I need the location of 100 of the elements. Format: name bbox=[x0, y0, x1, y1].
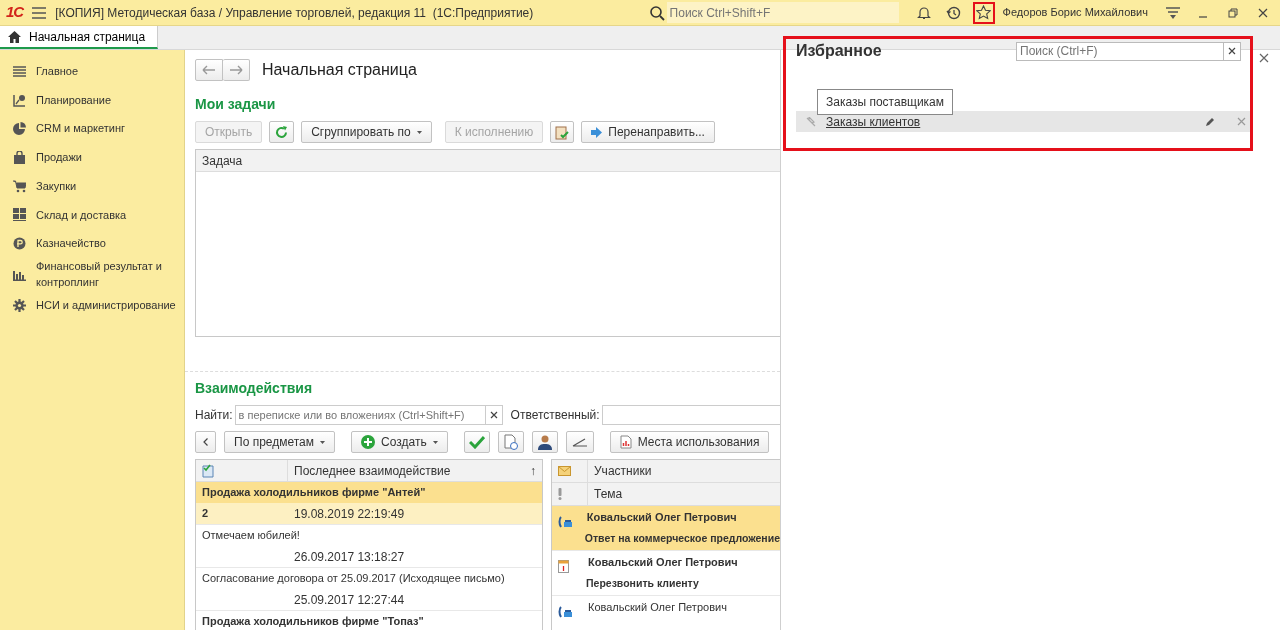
topic-cell-text: Перезвонить клиенту bbox=[585, 576, 700, 592]
tooltip: Заказы поставщикам bbox=[817, 89, 954, 115]
person-icon bbox=[537, 434, 552, 450]
document-clock-icon bbox=[503, 434, 518, 450]
document-button[interactable] bbox=[497, 431, 524, 453]
funnel-menu-icon bbox=[1165, 5, 1181, 20]
sidebar-item[interactable]: Закупки bbox=[0, 171, 184, 201]
find-field[interactable]: в переписке или во вложениях (Ctrl+Shift+F) bbox=[234, 405, 503, 425]
coin-icon bbox=[13, 236, 26, 250]
search-field[interactable]: Поиск Ctrl+Shift+F bbox=[666, 2, 899, 23]
date-cell-text: 19.08.2019 22:19:49 bbox=[293, 505, 406, 523]
participants-cell-text: Ковальский Олег Петрович bbox=[587, 554, 739, 570]
column-header: Тема bbox=[593, 486, 624, 503]
sidebar-item[interactable]: Финансовый результат и контроплинг bbox=[0, 257, 184, 291]
mark-done-button[interactable] bbox=[463, 431, 490, 453]
favorites-search-field[interactable]: Поиск (Ctrl+F) bbox=[1016, 41, 1241, 61]
subject-row[interactable]: Продажа холодильников фирме "Топаз" bbox=[196, 611, 542, 630]
document-check-icon bbox=[202, 463, 214, 478]
menu-icon[interactable] bbox=[31, 5, 48, 20]
sidebar-item[interactable]: CRM и маркетинг bbox=[0, 114, 184, 144]
back-button[interactable] bbox=[195, 59, 223, 81]
sidebar-item[interactable]: НСИ и администрирование bbox=[0, 290, 184, 320]
favorite-link[interactable]: Заказы клиентов bbox=[826, 112, 921, 131]
participants-cell-text: Ковальский Олег Петрович bbox=[585, 509, 738, 525]
refresh-button[interactable] bbox=[269, 121, 295, 143]
phone-icon bbox=[558, 605, 572, 618]
phone-icon bbox=[558, 515, 572, 528]
report-icon bbox=[619, 435, 632, 449]
count-cell-text: 2 bbox=[201, 506, 210, 522]
subject-row[interactable]: Согласование договора от 25.09.2017 (Исходящее письмо) bbox=[196, 568, 542, 589]
exclamation-icon bbox=[558, 488, 562, 500]
close-icon bbox=[1258, 7, 1268, 18]
participants-cell-text: Ковальский Олег Петрович bbox=[587, 599, 728, 615]
create-button[interactable]: Создать bbox=[351, 431, 448, 453]
search-icon bbox=[648, 4, 665, 21]
subject-row[interactable]: Продажа холодильников фирме "Антей" bbox=[196, 482, 542, 503]
subject-button[interactable] bbox=[565, 431, 594, 453]
caret-icon bbox=[432, 440, 438, 444]
arrow-left-icon bbox=[202, 65, 216, 75]
close-icon bbox=[1259, 53, 1269, 63]
clipboard-button[interactable] bbox=[550, 121, 575, 143]
calendar-icon bbox=[558, 560, 569, 574]
bell-icon bbox=[916, 5, 931, 20]
remove-icon[interactable] bbox=[1237, 117, 1246, 126]
gear-icon bbox=[13, 298, 26, 312]
panel-title: Избранное bbox=[796, 41, 882, 61]
date-cell-text: 25.09.2017 12:27:44 bbox=[293, 591, 406, 609]
home-icon bbox=[8, 30, 21, 43]
app-logo: 1С bbox=[6, 2, 24, 23]
sort-indicator: ↑ bbox=[529, 462, 537, 480]
sidebar-item[interactable]: Главное bbox=[0, 57, 184, 86]
minimize-icon bbox=[1198, 15, 1208, 18]
sidebar-item[interactable]: Казначейство bbox=[0, 229, 184, 258]
plus-icon bbox=[361, 435, 376, 449]
chart-icon bbox=[13, 93, 26, 107]
pencil-icon[interactable] bbox=[1205, 116, 1215, 127]
field-label: Найти: bbox=[195, 407, 233, 424]
topic-cell-text: Ответ на коммерческое предложение bbox=[583, 531, 780, 547]
pie-chart-icon bbox=[13, 122, 26, 136]
group-by-dropdown[interactable]: Сгруппировать по bbox=[301, 121, 432, 143]
date-cell-text: 26.09.2017 13:18:27 bbox=[293, 548, 406, 566]
list-icon bbox=[13, 64, 26, 78]
forward-button[interactable] bbox=[223, 59, 250, 81]
subject-row[interactable]: Отмечаем юбилей! bbox=[196, 525, 542, 546]
bag-icon bbox=[13, 150, 26, 164]
cart-icon bbox=[13, 179, 26, 193]
page-title: Начальная страница bbox=[262, 60, 417, 80]
group-dropdown[interactable]: По предметам bbox=[224, 431, 336, 453]
caret-icon bbox=[320, 440, 326, 444]
clear-button[interactable] bbox=[1223, 42, 1240, 60]
column-header: Участники bbox=[593, 463, 653, 480]
arrow-right-icon bbox=[229, 65, 243, 75]
usage-button[interactable]: Места использования bbox=[609, 431, 770, 453]
restore-icon bbox=[1228, 7, 1238, 18]
clock-icon bbox=[946, 5, 962, 20]
section-title: Взаимодействия bbox=[195, 379, 314, 398]
refresh-icon bbox=[275, 125, 289, 139]
clipboard-check-icon bbox=[555, 124, 570, 140]
collapse-button[interactable] bbox=[195, 431, 216, 453]
pin-icon[interactable] bbox=[806, 116, 816, 127]
window-title: [КОПИЯ] Методическая база / Управление торговлей, редакция 11 (1С:Предприятие) bbox=[55, 4, 534, 22]
sidebar-item[interactable]: Продажи bbox=[0, 143, 184, 172]
grid-icon bbox=[13, 208, 26, 222]
sidebar-item[interactable]: Склад и доставка bbox=[0, 200, 184, 230]
page-tab[interactable]: Начальная страница bbox=[0, 26, 159, 49]
responsible-field[interactable] bbox=[601, 405, 780, 425]
section-title: Мои задачи bbox=[195, 95, 277, 114]
envelope-icon bbox=[558, 466, 571, 476]
angle-icon bbox=[571, 437, 588, 447]
responsible-button[interactable] bbox=[531, 431, 558, 453]
arrow-right-icon bbox=[591, 126, 603, 138]
chevron-left-icon bbox=[203, 438, 208, 446]
column-header: Последнее взаимодействие bbox=[293, 462, 452, 480]
checkmark-icon bbox=[468, 435, 485, 449]
field-label: Ответственный: bbox=[510, 407, 600, 424]
star-icon bbox=[976, 5, 992, 20]
column-header: Задача bbox=[201, 152, 243, 170]
sidebar-item[interactable]: Планирование bbox=[0, 85, 184, 115]
redirect-button[interactable]: Перенаправить... bbox=[581, 121, 715, 143]
favorites-button[interactable] bbox=[972, 1, 995, 24]
